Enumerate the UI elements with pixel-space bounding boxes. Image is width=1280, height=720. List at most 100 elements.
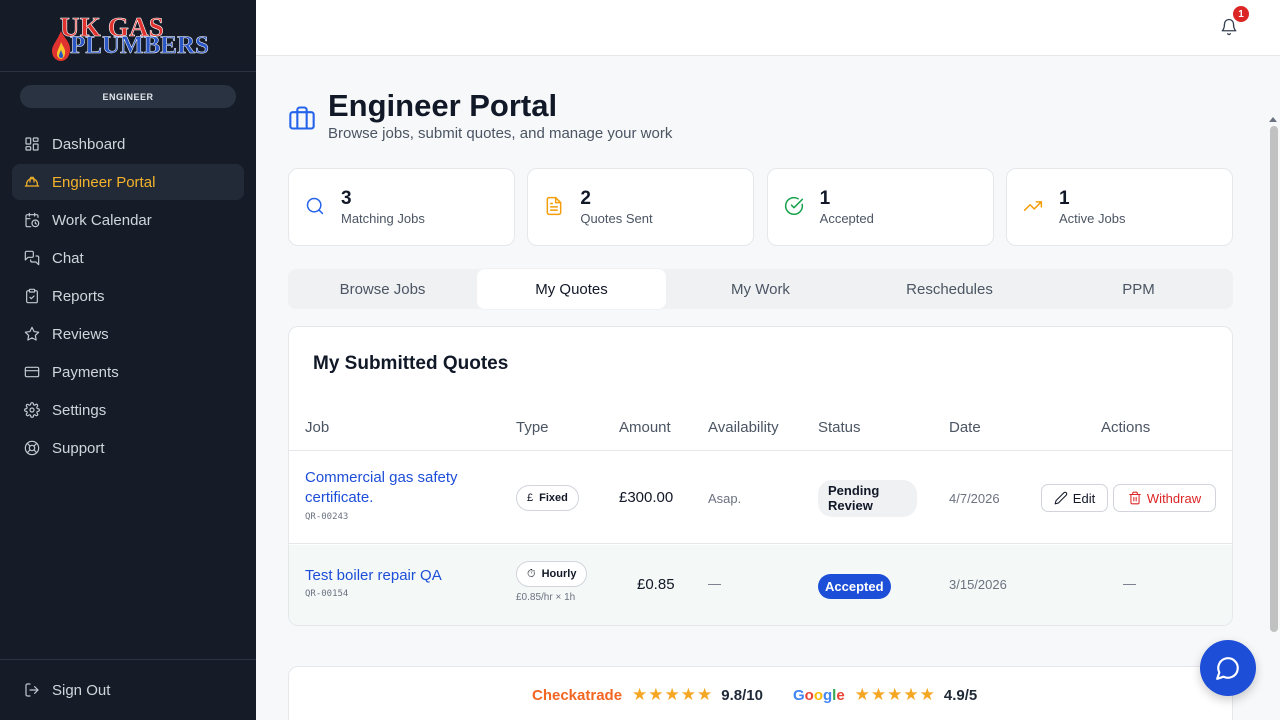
sidebar-item-label: Settings: [52, 401, 107, 419]
stat-card-active-jobs[interactable]: 1 Active Jobs: [1005, 168, 1233, 246]
reviews-strip: Checkatrade ★★★★★ 9.8/10 Google ★★★★★ 4.…: [288, 666, 1233, 720]
quote-ref: QR-00243: [305, 512, 349, 522]
type-badge: £ Fixed: [516, 485, 579, 511]
stat-label: Matching Jobs: [341, 211, 425, 226]
type-label: Fixed: [539, 492, 568, 504]
tab-reschedules[interactable]: Reschedules: [855, 269, 1044, 309]
credit-card-icon: [24, 366, 40, 378]
actions-empty: —: [1123, 576, 1136, 591]
checkatrade-logo: Checkatrade: [532, 686, 623, 704]
tab-my-work[interactable]: My Work: [666, 269, 855, 309]
sidebar-item-work-calendar[interactable]: Work Calendar: [12, 202, 244, 238]
trash-icon: [1129, 491, 1141, 505]
page-header: Engineer Portal Browse jobs, submit quot…: [288, 88, 672, 142]
withdraw-quote-button[interactable]: Withdraw: [1113, 484, 1216, 512]
edit-quote-button[interactable]: Edit: [1041, 484, 1108, 512]
sign-out-button[interactable]: Sign Out: [0, 659, 256, 720]
sidebar-item-label: Payments: [52, 363, 119, 381]
star-icon: [24, 326, 40, 341]
document-icon: [544, 196, 564, 216]
table-row: Test boiler repair QA QR-00154 ⏱ Hourly …: [289, 545, 1232, 625]
quote-amount: £0.85: [637, 576, 675, 593]
check-circle-icon: [784, 196, 804, 216]
job-link[interactable]: Commercial gas safety certificate.: [305, 468, 485, 508]
scrollbar-thumb[interactable]: [1270, 126, 1278, 632]
job-link[interactable]: Test boiler repair QA: [305, 566, 485, 586]
brand-logo[interactable]: UK GAS PLUMBERS: [0, 0, 256, 72]
sidebar-item-payments[interactable]: Payments: [12, 354, 244, 390]
google-score: 4.9/5: [943, 686, 978, 704]
column-header-date: Date: [949, 419, 981, 436]
calendar-clock-icon: [25, 212, 40, 228]
sidebar-item-label: Reviews: [52, 325, 109, 343]
tab-browse-jobs[interactable]: Browse Jobs: [288, 269, 477, 309]
sidebar-item-dashboard[interactable]: Dashboard: [12, 126, 244, 162]
notification-count-badge: 1: [1233, 6, 1249, 22]
chat-icon: [24, 250, 40, 266]
stat-card-accepted[interactable]: 1 Accepted: [766, 168, 994, 246]
quotes-table-card: My Submitted Quotes Job Type Amount Avai…: [288, 326, 1233, 626]
lifebuoy-icon: [24, 440, 40, 456]
column-header-availability: Availability: [708, 419, 779, 436]
rate-detail: £0.85/hr × 1h: [516, 592, 576, 603]
open-chat-button[interactable]: [1200, 640, 1256, 696]
quote-date: 4/7/2026: [949, 491, 1000, 506]
stat-value: 2: [580, 188, 591, 209]
hard-hat-icon: [24, 176, 40, 187]
availability-value: —: [708, 576, 721, 591]
type-label: Hourly: [541, 568, 577, 580]
sidebar-item-support[interactable]: Support: [12, 430, 244, 466]
timer-icon: ⏱: [527, 567, 536, 580]
sidebar-item-chat[interactable]: Chat: [12, 240, 244, 276]
tab-my-quotes[interactable]: My Quotes: [477, 269, 666, 309]
gear-icon: [24, 402, 40, 418]
availability-value: Asap.: [708, 491, 742, 506]
sidebar-item-settings[interactable]: Settings: [12, 392, 244, 428]
stat-value: 1: [819, 188, 831, 209]
scrollbar-up-arrow[interactable]: [1269, 117, 1277, 122]
stat-value: 1: [1058, 188, 1070, 209]
main-content: Engineer Portal Browse jobs, submit quot…: [256, 56, 1280, 720]
google-logo: Google: [792, 686, 845, 704]
status-badge: Pending Review: [818, 480, 917, 517]
column-header-actions: Actions: [1101, 419, 1151, 436]
column-header-amount: Amount: [619, 419, 671, 436]
edit-label: Edit: [1072, 490, 1096, 506]
status-badge: Accepted: [818, 574, 891, 599]
logo-mark: UK GAS PLUMBERS: [44, 8, 214, 64]
page-title: Engineer Portal: [328, 88, 558, 123]
tab-ppm[interactable]: PPM: [1044, 269, 1233, 309]
sidebar-item-label: Engineer Portal: [52, 173, 156, 191]
portal-tabs: Browse Jobs My Quotes My Work Reschedule…: [288, 269, 1233, 309]
sidebar-item-label: Support: [52, 439, 105, 457]
sidebar-nav: Dashboard Engineer Portal Work Calendar …: [0, 126, 256, 466]
role-badge: ENGINEER: [20, 85, 236, 108]
column-header-type: Type: [516, 419, 549, 436]
review-ratings: Checkatrade ★★★★★ 9.8/10 Google ★★★★★ 4.…: [532, 685, 977, 705]
sidebar-item-reports[interactable]: Reports: [12, 278, 244, 314]
stat-card-matching-jobs[interactable]: 3 Matching Jobs: [288, 168, 515, 246]
clipboard-icon: [26, 288, 38, 304]
column-header-job: Job: [305, 419, 330, 436]
table-header: Job Type Amount Availability Status Date…: [289, 407, 1232, 451]
notifications-button[interactable]: [1220, 18, 1238, 36]
dashboard-icon: [25, 137, 39, 151]
google-stars: ★★★★★: [854, 685, 936, 704]
quote-amount: £300.00: [619, 489, 674, 506]
stat-card-quotes-sent[interactable]: 2 Quotes Sent: [527, 168, 755, 246]
page-subtitle: Browse jobs, submit quotes, and manage y…: [328, 125, 673, 142]
briefcase-icon: [288, 104, 316, 132]
checkatrade-stars: ★★★★★: [632, 685, 714, 704]
stat-value: 3: [341, 188, 352, 209]
sidebar: UK GAS PLUMBERS ENGINEER Dashboard Engin…: [0, 0, 256, 720]
sidebar-item-engineer-portal[interactable]: Engineer Portal: [12, 164, 244, 200]
quote-ref: QR-00154: [305, 589, 349, 599]
search-icon: [305, 196, 325, 216]
message-circle-icon: [1216, 657, 1239, 680]
bell-icon: [1221, 18, 1237, 36]
sidebar-item-label: Reports: [52, 287, 105, 305]
sidebar-item-reviews[interactable]: Reviews: [12, 316, 244, 352]
stats-row: 3 Matching Jobs 2 Quotes Sent 1 Accepted: [288, 168, 1233, 246]
table-row: Commercial gas safety certificate. QR-00…: [289, 452, 1232, 544]
pound-icon: £: [527, 492, 534, 504]
